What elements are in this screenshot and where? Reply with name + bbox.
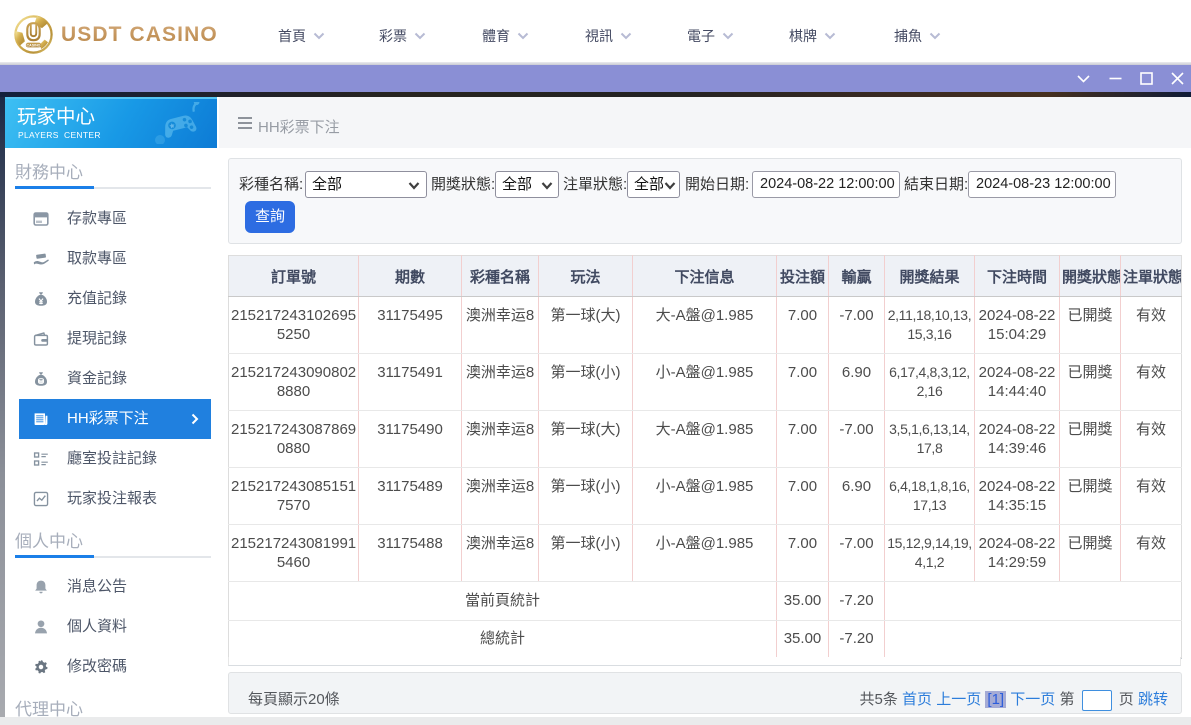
svg-text:CASINO: CASINO xyxy=(27,43,41,47)
